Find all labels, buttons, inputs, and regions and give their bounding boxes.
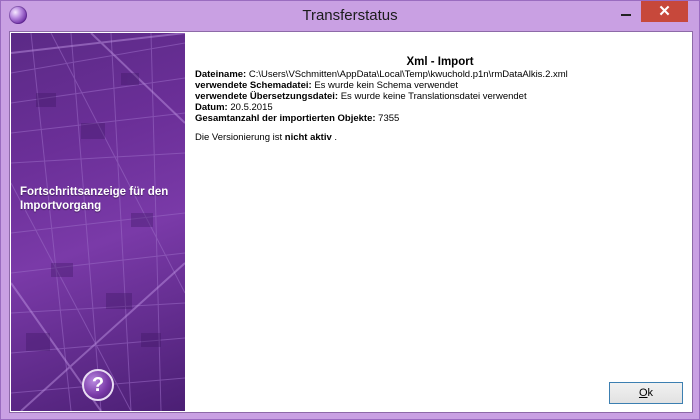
field-value: Es wurde kein Schema verwendet [311, 80, 458, 91]
status-content: Xml - Import Dateiname: C:\Users\VSchmit… [195, 56, 685, 143]
field-label: Dateiname: [195, 69, 247, 80]
field-value: C:\Users\VSchmitten\AppData\Local\Temp\k… [246, 69, 568, 80]
field-row: verwendete Schemadatei: Es wurde kein Sc… [195, 80, 685, 91]
field-value: 20.5.2015 [227, 102, 273, 113]
city-map-background [11, 33, 185, 411]
import-heading: Xml - Import [406, 56, 474, 68]
field-row: Datum: 20.5.2015 [195, 102, 685, 113]
versioning-state: nicht aktiv [284, 132, 332, 143]
versioning-prefix: Die Versionierung ist [195, 132, 285, 143]
versioning-suffix: . [331, 132, 338, 143]
side-banner: Fortschrittsanzeige für den Importvorgan… [11, 33, 185, 411]
field-value: Es wurde keine Translationsdatei verwend… [338, 91, 527, 102]
field-label: Gesamtanzahl der importierten Objekte: [195, 113, 376, 124]
ok-label-rest: k [647, 387, 654, 399]
field-row: Dateiname: C:\Users\VSchmitten\AppData\L… [195, 69, 685, 80]
ok-button[interactable]: Ok [609, 382, 683, 404]
window-title: Transferstatus [302, 7, 398, 24]
field-value: 7355 [375, 113, 400, 124]
field-row: Gesamtanzahl der importierten Objekte: 7… [195, 113, 685, 124]
dialog-window: Transferstatus ✕ Fortschrittsanzeige für… [0, 0, 700, 420]
close-button[interactable]: ✕ [641, 1, 688, 22]
field-label: verwendete Schemadatei: [195, 80, 312, 91]
field-label: Datum: [195, 102, 228, 113]
dialog-client-area: Fortschrittsanzeige für den Importvorgan… [9, 31, 693, 413]
versioning-status: Die Versionierung ist nicht aktiv . [195, 132, 685, 143]
help-icon[interactable]: ? [82, 369, 114, 401]
ok-accelerator: O [638, 387, 648, 399]
field-row: verwendete Übersetzungsdatei: Es wurde k… [195, 91, 685, 102]
field-label: verwendete Übersetzungsdatei: [195, 91, 339, 102]
minimize-button[interactable] [613, 1, 639, 22]
title-bar[interactable]: Transferstatus ✕ [1, 1, 699, 31]
banner-text: Fortschrittsanzeige für den Importvorgan… [20, 186, 169, 212]
